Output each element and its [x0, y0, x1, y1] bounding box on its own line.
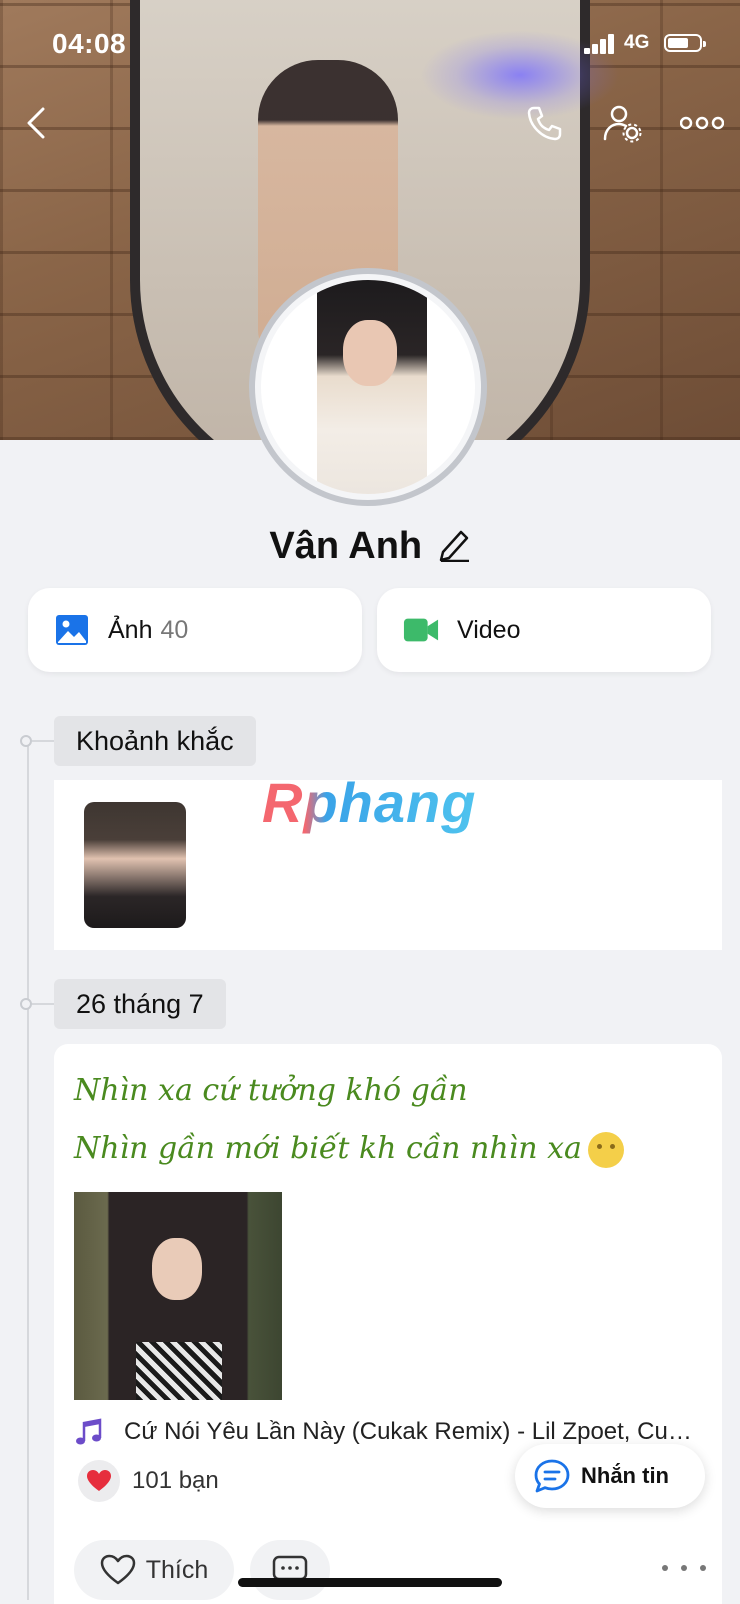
signal-icon — [584, 32, 618, 54]
post-text-line: Nhìn gần mới biết kh cần nhìn xa — [74, 1131, 582, 1166]
timeline-connector — [32, 1003, 54, 1005]
battery-icon — [664, 34, 706, 52]
video-camera-icon — [403, 618, 439, 642]
profile-name: Vân Anh — [269, 525, 423, 567]
music-note-icon — [76, 1418, 102, 1445]
moment-thumbnail[interactable] — [84, 802, 186, 928]
like-label: Thích — [145, 1555, 209, 1584]
profile-name-row: Vân Anh — [0, 525, 740, 568]
reactions-count: 101 bạn — [132, 1467, 219, 1494]
call-button[interactable] — [516, 95, 572, 151]
home-indicator[interactable] — [238, 1578, 502, 1587]
moon-face-emoji-icon — [587, 1132, 624, 1168]
post-text-line-2: Nhìn gần mới biết kh cần nhìn xa — [74, 1120, 704, 1178]
send-message-button[interactable]: Nhắn tin — [515, 1444, 705, 1508]
post-more-button[interactable] — [662, 1556, 706, 1580]
more-options-button[interactable] — [674, 95, 730, 151]
timeline-line — [27, 740, 29, 1600]
comment-button[interactable] — [250, 1540, 330, 1600]
profile-settings-button[interactable] — [594, 95, 650, 151]
dot — [662, 1565, 668, 1571]
timeline-connector — [32, 740, 54, 742]
status-bar: 04:08 4G — [0, 0, 740, 90]
avatar[interactable] — [249, 268, 487, 506]
watermark: Rphang — [262, 771, 477, 834]
post-photo[interactable] — [74, 1192, 282, 1400]
reactions-summary[interactable]: 101 bạn — [78, 1456, 219, 1506]
video-button[interactable]: Video — [377, 588, 711, 672]
heart-outline-icon — [100, 1554, 135, 1585]
status-time: 04:08 — [52, 28, 127, 59]
image-icon — [56, 615, 88, 645]
timeline-dot — [20, 735, 32, 747]
send-message-label: Nhắn tin — [581, 1463, 669, 1488]
post-text: Nhìn xa cứ tưởng khó gần Nhìn gần mới bi… — [74, 1062, 704, 1178]
more-horizontal-icon — [680, 116, 724, 130]
timeline-dot — [20, 998, 32, 1010]
video-label: Video — [457, 615, 521, 644]
dot — [700, 1565, 706, 1571]
chat-bubble-icon — [534, 1459, 570, 1493]
chevron-left-icon — [27, 107, 45, 139]
photos-count: 40 — [160, 615, 189, 644]
like-button[interactable]: Thích — [74, 1540, 234, 1600]
music-title: Cứ Nói Yêu Lần Này (Cukak Remix) - Lil Z… — [124, 1418, 692, 1445]
top-nav — [0, 95, 740, 155]
back-button[interactable] — [8, 95, 64, 151]
edit-name-button[interactable] — [437, 526, 471, 567]
dot — [681, 1565, 687, 1571]
heart-reaction-badge — [78, 1460, 120, 1502]
photos-label: Ảnh — [108, 615, 153, 644]
photos-button[interactable]: Ảnh 40 — [28, 588, 362, 672]
moments-header: Khoảnh khắc — [54, 716, 256, 766]
pencil-icon — [439, 530, 469, 563]
network-type: 4G — [624, 32, 650, 53]
post-date-header: 26 tháng 7 — [54, 979, 226, 1029]
post-text-line: Nhìn xa cứ tưởng khó gần — [74, 1073, 468, 1108]
user-gear-icon — [603, 105, 642, 143]
heart-icon — [87, 1470, 111, 1491]
phone-icon — [527, 106, 562, 141]
avatar-image — [261, 280, 475, 494]
post-card: Nhìn xa cứ tưởng khó gần Nhìn gần mới bi… — [54, 1044, 722, 1604]
